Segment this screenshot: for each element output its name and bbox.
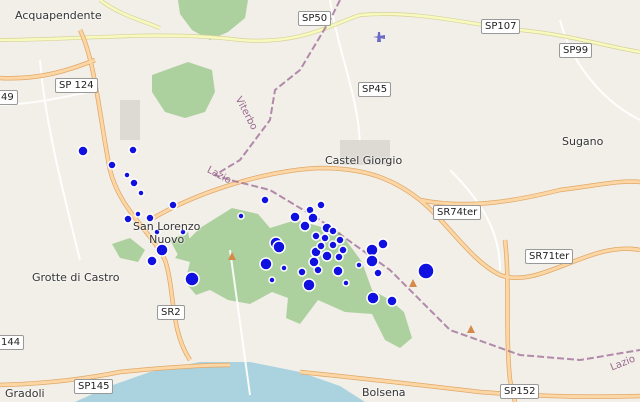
map-marker[interactable]	[321, 250, 333, 262]
map-marker[interactable]	[311, 231, 321, 241]
road-sp145: SP145	[74, 379, 114, 394]
place-gradoli: Gradoli	[5, 387, 45, 400]
road-sr2: SR2	[157, 305, 185, 320]
map-marker[interactable]	[373, 268, 383, 278]
map-marker[interactable]	[332, 265, 344, 277]
map-marker[interactable]	[316, 241, 326, 251]
map-marker[interactable]	[289, 211, 301, 223]
airport-icon	[373, 32, 385, 42]
map-marker[interactable]	[320, 233, 330, 243]
peak-icon	[467, 325, 475, 333]
place-acquapendente: Acquapendente	[15, 9, 102, 22]
map-marker[interactable]	[268, 276, 276, 284]
map-marker[interactable]	[280, 264, 288, 272]
map-base	[0, 0, 640, 402]
map-marker[interactable]	[77, 145, 89, 157]
place-sugano: Sugano	[562, 135, 604, 148]
map-marker[interactable]	[260, 195, 270, 205]
map-marker[interactable]	[123, 171, 131, 179]
map-marker[interactable]	[302, 278, 316, 292]
map-marker[interactable]	[366, 291, 380, 305]
map-marker[interactable]	[365, 243, 379, 257]
map-marker[interactable]	[134, 210, 142, 218]
peak-icon	[228, 252, 236, 260]
map-marker[interactable]	[259, 257, 273, 271]
map-marker[interactable]	[417, 262, 435, 280]
road-49: 49	[0, 90, 18, 105]
road-sp45: SP45	[358, 82, 392, 97]
map-marker[interactable]	[184, 271, 200, 287]
road-sr71ter: SR71ter	[525, 249, 574, 264]
map-marker[interactable]	[272, 240, 286, 254]
road-sp99: SP99	[559, 43, 593, 58]
map-marker[interactable]	[146, 255, 158, 267]
map-marker[interactable]	[129, 178, 139, 188]
map-marker[interactable]	[328, 226, 338, 236]
map-marker[interactable]	[168, 200, 178, 210]
map-view[interactable]: Acquapendente Castel Giorgio Sugano San …	[0, 0, 640, 402]
map-marker[interactable]	[377, 238, 389, 250]
map-marker[interactable]	[299, 220, 311, 232]
map-marker[interactable]	[386, 295, 398, 307]
road-sr74ter: SR74ter	[433, 205, 482, 220]
road-sp124: SP 124	[55, 78, 98, 93]
map-marker[interactable]	[237, 212, 245, 220]
map-marker[interactable]	[128, 145, 138, 155]
map-marker[interactable]	[316, 200, 326, 210]
road-sp50: SP50	[298, 11, 332, 26]
map-marker[interactable]	[107, 160, 117, 170]
road-sp152: SP152	[500, 384, 540, 399]
place-castel-giorgio: Castel Giorgio	[325, 154, 403, 167]
map-marker[interactable]	[313, 265, 323, 275]
place-bolsena: Bolsena	[362, 386, 406, 399]
peak-icon	[409, 279, 417, 287]
map-marker[interactable]	[123, 214, 133, 224]
map-marker[interactable]	[355, 261, 363, 269]
map-marker[interactable]	[307, 212, 319, 224]
road-sp107: SP107	[481, 19, 521, 34]
map-marker[interactable]	[365, 254, 379, 268]
map-marker[interactable]	[335, 235, 345, 245]
place-grotte-di-castro: Grotte di Castro	[32, 271, 120, 284]
map-marker[interactable]	[342, 279, 350, 287]
road-144: 144	[0, 335, 25, 350]
place-san-lorenzo-nuovo: San Lorenzo Nuovo	[133, 220, 201, 246]
map-marker[interactable]	[297, 267, 307, 277]
map-marker[interactable]	[338, 245, 348, 255]
map-marker[interactable]	[137, 189, 145, 197]
